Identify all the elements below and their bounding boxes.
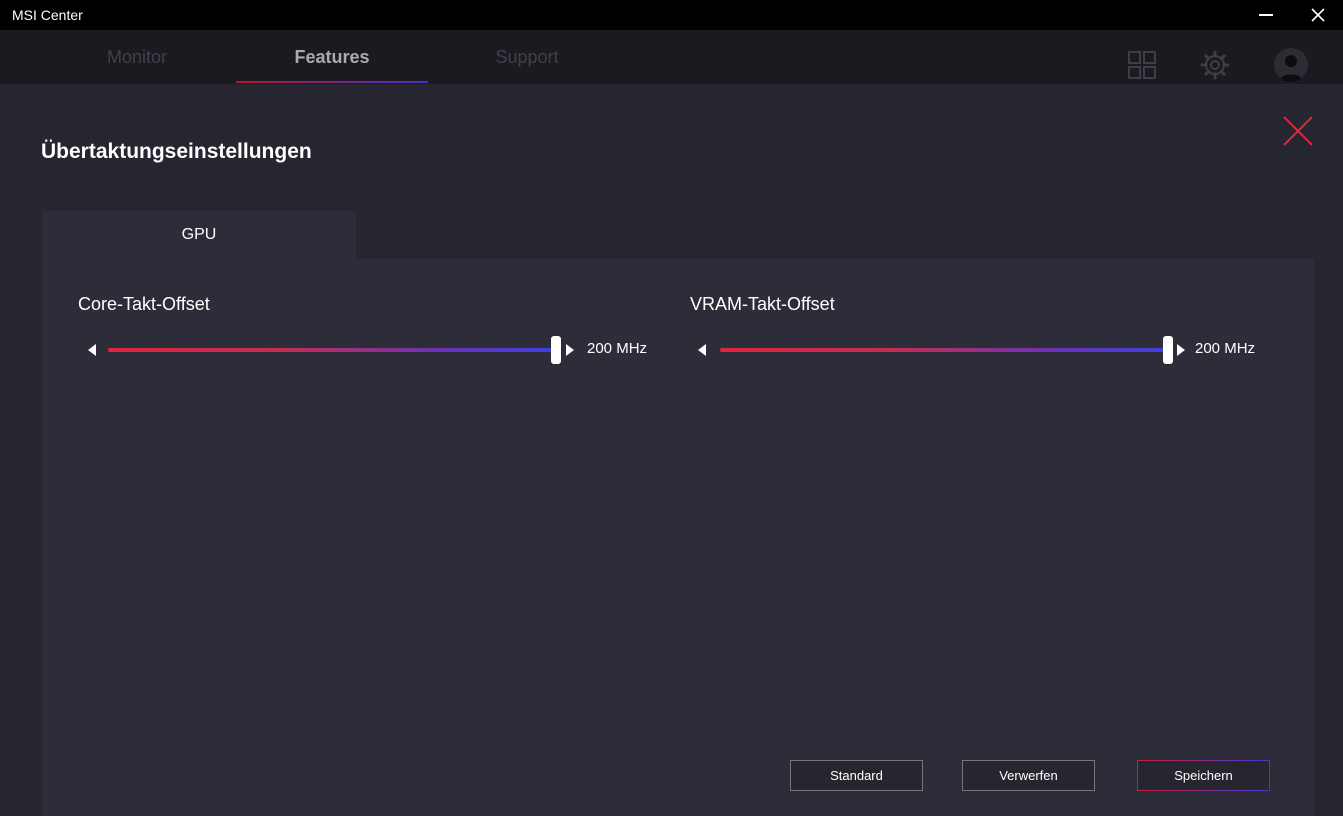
standard-button[interactable]: Standard xyxy=(790,760,923,791)
core-offset-slider[interactable]: 200 MHz xyxy=(88,335,668,365)
increase-arrow-icon[interactable] xyxy=(566,344,574,356)
grid-icon[interactable] xyxy=(1127,50,1157,80)
increase-arrow-icon[interactable] xyxy=(1177,344,1185,356)
decrease-arrow-icon[interactable] xyxy=(88,344,96,356)
vram-offset-value: 200 MHz xyxy=(1195,340,1256,357)
tab-features[interactable]: Features xyxy=(236,30,428,84)
minimize-button[interactable] xyxy=(1246,0,1286,30)
save-button[interactable]: Speichern xyxy=(1137,760,1270,791)
core-offset-value: 200 MHz xyxy=(587,340,648,357)
panel-close-icon[interactable] xyxy=(1281,114,1315,148)
slider-track[interactable] xyxy=(108,348,556,352)
user-silhouette-icon xyxy=(1279,55,1303,82)
slider-thumb[interactable] xyxy=(551,336,561,364)
tab-support[interactable]: Support xyxy=(430,30,624,84)
slider-track[interactable] xyxy=(720,348,1168,352)
core-offset-label: Core-Takt-Offset xyxy=(78,294,210,314)
vram-offset-slider[interactable]: 200 MHz xyxy=(698,335,1278,365)
window-close-button[interactable] xyxy=(1298,0,1338,30)
close-icon xyxy=(1311,8,1325,22)
settings-panel: Core-Takt-Offset 200 MHz VRAM-Takt-Offse… xyxy=(42,259,1314,816)
user-avatar-icon[interactable] xyxy=(1274,48,1308,82)
active-tab-underline xyxy=(236,81,428,83)
decrease-arrow-icon[interactable] xyxy=(698,344,706,356)
slider-thumb[interactable] xyxy=(1163,336,1173,364)
minimize-icon xyxy=(1259,14,1273,16)
vram-offset-label: VRAM-Takt-Offset xyxy=(690,294,835,314)
gear-icon[interactable] xyxy=(1200,50,1230,80)
title-bar: MSI Center xyxy=(0,0,1343,30)
page-title: Übertaktungseinstellungen xyxy=(41,140,312,163)
tab-gpu[interactable]: GPU xyxy=(42,211,356,259)
window-title: MSI Center xyxy=(12,7,83,23)
main-nav: Monitor Features Support xyxy=(0,30,1343,84)
tab-monitor[interactable]: Monitor xyxy=(40,30,234,84)
discard-button[interactable]: Verwerfen xyxy=(962,760,1095,791)
